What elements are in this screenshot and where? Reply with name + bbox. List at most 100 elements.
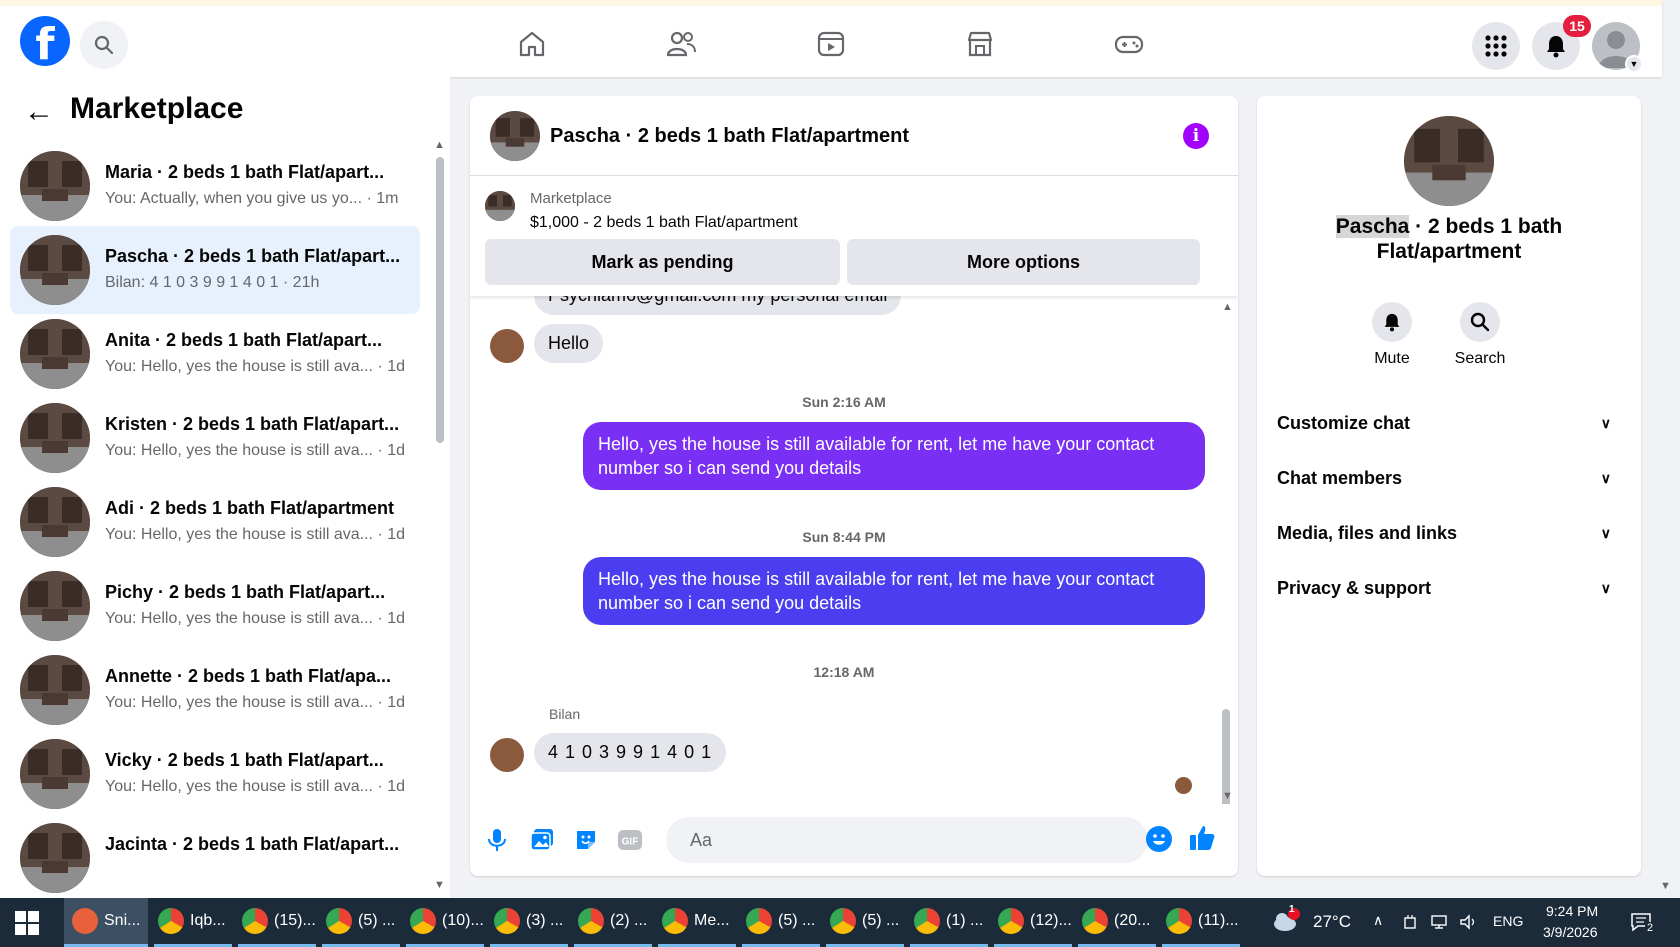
taskbar-item-chrome[interactable]: (5) ... [826, 898, 904, 947]
chrome-icon [242, 908, 268, 934]
search-in-chat-button[interactable] [1460, 302, 1500, 342]
conversation-item-pascha[interactable]: Pascha · 2 beds 1 bath Flat/apart... Bil… [10, 226, 420, 314]
taskbar-item-chrome[interactable]: (5) ... [322, 898, 400, 947]
chrome-icon [410, 908, 436, 934]
taskbar-item-chrome[interactable]: (11)... [1162, 898, 1240, 947]
chat-title[interactable]: Pascha · 2 beds 1 bath Flat/apartment [550, 125, 909, 148]
sender-avatar[interactable] [490, 738, 524, 772]
search-icon [94, 35, 114, 55]
search-button[interactable] [80, 21, 128, 69]
taskbar-item-label: (5) ... [862, 912, 900, 929]
input-language[interactable]: ENG [1493, 913, 1523, 929]
gaming-tab[interactable] [1109, 24, 1149, 64]
conversation-item-kristen[interactable]: Kristen · 2 beds 1 bath Flat/apart... Yo… [10, 394, 420, 482]
search-icon [1470, 312, 1490, 332]
listing-thumbnail[interactable] [485, 191, 515, 221]
chrome-icon [1082, 908, 1108, 934]
conversation-item-maria[interactable]: Maria · 2 beds 1 bath Flat/apart... You:… [10, 142, 420, 230]
video-tab[interactable] [811, 24, 851, 64]
conversation-list-panel: ← Marketplace Maria · 2 beds 1 bath Flat… [0, 77, 450, 898]
conversation-item-annette[interactable]: Annette · 2 beds 1 bath Flat/apa... You:… [10, 646, 420, 734]
taskbar-item-chrome[interactable]: Iqb... [154, 898, 232, 947]
row-label: Chat members [1277, 468, 1403, 488]
message-input[interactable] [666, 817, 1148, 863]
touch-keyboard-icon[interactable] [1402, 914, 1418, 930]
chat-thumbnail[interactable] [490, 111, 540, 161]
mute-button[interactable] [1372, 302, 1412, 342]
volume-icon[interactable] [1459, 914, 1479, 930]
taskbar-item-chrome[interactable]: (2) ... [574, 898, 652, 947]
scroll-down-arrow-icon[interactable]: ▼ [1222, 790, 1233, 802]
conversation-list-scrollbar[interactable] [436, 157, 444, 443]
clock-date[interactable]: 3/9/2026 [1543, 924, 1598, 940]
conversation-item-vicky[interactable]: Vicky · 2 beds 1 bath Flat/apart... You:… [10, 730, 420, 818]
chat-details-title[interactable]: Pascha · 2 beds 1 bath Flat/apartment [1277, 214, 1621, 264]
mute-action[interactable]: Mute [1352, 302, 1432, 368]
more-options-button[interactable]: More options [847, 239, 1200, 285]
row-label: Media, files and links [1277, 523, 1458, 543]
conversation-item-jacinta[interactable]: Jacinta · 2 beds 1 bath Flat/apart... [10, 814, 420, 898]
taskbar-item-label: Me... [694, 912, 730, 929]
network-icon[interactable] [1430, 914, 1450, 930]
clock-time[interactable]: 9:24 PM [1546, 903, 1598, 919]
windows-start-icon[interactable] [14, 910, 40, 936]
sender-avatar[interactable] [490, 329, 524, 363]
customize-chat-row[interactable]: Customize chat ∨ [1277, 403, 1621, 443]
show-hidden-icons-chevron-up-icon[interactable]: ∧ [1373, 912, 1383, 929]
taskbar-item-chrome[interactable]: (15)... [238, 898, 316, 947]
mark-as-pending-button[interactable]: Mark as pending [485, 239, 840, 285]
info-icon[interactable]: i [1183, 123, 1209, 149]
emoji-button[interactable] [1146, 826, 1172, 852]
bell-icon [1547, 36, 1565, 58]
facebook-logo[interactable]: f [20, 16, 70, 66]
privacy-support-row[interactable]: Privacy & support ∨ [1277, 568, 1621, 608]
action-center-count: 2 [1645, 922, 1656, 934]
friends-tab[interactable] [661, 24, 701, 64]
taskbar-item-chrome[interactable]: (10)... [406, 898, 484, 947]
taskbar-item-snipping-tool[interactable]: Sni... [64, 898, 148, 947]
scroll-up-arrow-icon[interactable]: ▲ [1222, 301, 1233, 313]
conversation-title: Adi · 2 beds 1 bath Flat/apartment [105, 498, 395, 518]
conversation-title: Kristen · 2 beds 1 bath Flat/apart... [105, 414, 400, 434]
row-label: Customize chat [1277, 413, 1411, 433]
conversation-item-adi[interactable]: Adi · 2 beds 1 bath Flat/apartment You: … [10, 478, 420, 566]
menu-button[interactable] [1472, 22, 1520, 70]
chevron-down-icon[interactable]: ▼ [1625, 55, 1643, 73]
home-tab[interactable] [512, 24, 552, 64]
listing-price[interactable]: $1,000 - 2 beds 1 bath Flat/apartment [530, 214, 798, 232]
sticker-button[interactable] [572, 826, 600, 854]
conversation-item-anita[interactable]: Anita · 2 beds 1 bath Flat/apart... You:… [10, 310, 420, 398]
conversation-item-pichy[interactable]: Pichy · 2 beds 1 bath Flat/apart... You:… [10, 562, 420, 650]
scroll-down-arrow-icon[interactable]: ▼ [434, 879, 445, 891]
chrome-icon [830, 908, 856, 934]
voice-clip-button[interactable] [483, 826, 511, 854]
message-bubble-incoming: Psychiam6@gmail.com my personal email [534, 296, 902, 315]
temperature[interactable]: 27°C [1313, 912, 1351, 932]
chevron-down-icon: ∨ [1600, 580, 1611, 596]
gif-button[interactable]: GIF [616, 826, 644, 854]
weather-badge: 1 [1289, 904, 1295, 915]
taskbar-item-chrome[interactable]: (3) ... [490, 898, 568, 947]
message-bubble-outgoing: Hello, yes the house is still available … [583, 557, 1205, 625]
taskbar-item-chrome[interactable]: (5) ... [742, 898, 820, 947]
message-timestamp: Sun 8:44 PM [802, 529, 886, 545]
chat-header: Pascha · 2 beds 1 bath Flat/apartment i [470, 96, 1238, 176]
scroll-down-arrow-icon[interactable]: ▼ [1660, 880, 1671, 892]
chat-members-row[interactable]: Chat members ∨ [1277, 458, 1621, 498]
taskbar-item-chrome[interactable]: Me... [658, 898, 736, 947]
scroll-up-arrow-icon[interactable]: ▲ [434, 139, 445, 151]
chrome-icon [662, 908, 688, 934]
taskbar-item-chrome[interactable]: (1) ... [910, 898, 988, 947]
listing-avatar[interactable] [1404, 116, 1494, 206]
taskbar-item-chrome[interactable]: (12)... [994, 898, 1072, 947]
search-action[interactable]: Search [1440, 302, 1520, 368]
conversation-snippet: You: Hello, yes the house is still ava..… [105, 694, 406, 711]
back-arrow-icon[interactable]: ← [24, 95, 54, 129]
marketplace-tab[interactable] [960, 24, 1000, 64]
taskbar-item-chrome[interactable]: (20... [1078, 898, 1156, 947]
media-files-links-row[interactable]: Media, files and links ∨ [1277, 513, 1621, 553]
like-button[interactable] [1188, 824, 1216, 852]
weather-cloud-icon[interactable] [1272, 906, 1300, 934]
attach-photo-button[interactable] [528, 826, 556, 854]
conversation-snippet: You: Hello, yes the house is still ava..… [105, 358, 406, 375]
